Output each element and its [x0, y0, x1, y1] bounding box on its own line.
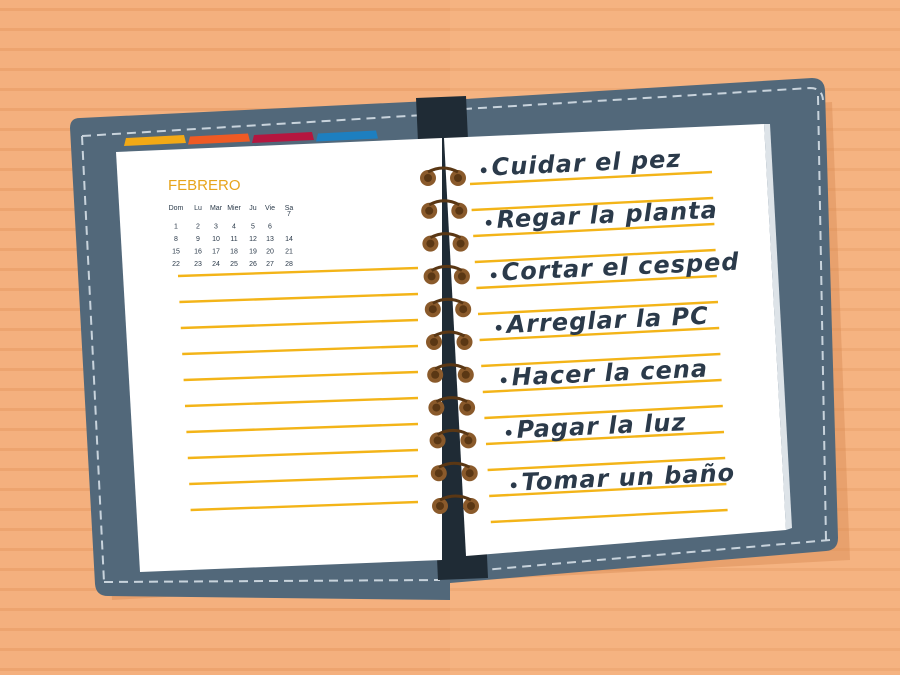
calendar-day: 26: [249, 261, 257, 268]
calendar-day: 15: [172, 249, 180, 256]
todo-bullet: •: [492, 316, 505, 341]
calendar-day: 22: [172, 261, 180, 268]
calendar-day: 5: [251, 224, 255, 231]
calendar-day: 1: [174, 224, 178, 231]
todo-bullet: •: [477, 158, 490, 183]
calendar-day: 9: [196, 236, 200, 243]
calendar-weekday: Ju: [249, 205, 257, 212]
calendar-day: 20: [266, 249, 274, 256]
calendar-day: 11: [230, 236, 237, 243]
calendar-day: 19: [249, 249, 257, 256]
calendar-weekday: Vie: [265, 205, 275, 212]
calendar-day: 21: [285, 249, 293, 256]
calendar-day: 23: [194, 261, 202, 268]
calendar-day: 6: [268, 224, 272, 231]
calendar-day: 3: [214, 224, 218, 231]
calendar-month: FEBRERO: [168, 177, 241, 194]
notebook-illustration: FEBRERO Dom Lu Mar Mier Ju Vie Sa 71 2 3 4 5 68 9 10 1…: [0, 0, 900, 675]
calendar-weekday: Dom: [169, 205, 184, 212]
calendar-day: 13: [266, 236, 274, 243]
todo-bullet: •: [507, 473, 520, 498]
calendar-day: 25: [230, 261, 238, 268]
todo-bullet: •: [502, 421, 515, 446]
calendar-day: 2: [196, 224, 200, 231]
calendar-day: 24: [212, 261, 220, 268]
calendar-day: 8: [174, 236, 178, 243]
calendar-day: 7: [287, 211, 291, 218]
calendar-day: 14: [285, 236, 293, 243]
calendar-day: 17: [212, 249, 220, 256]
calendar-day: 10: [212, 236, 220, 243]
calendar-weekday: Lu: [194, 205, 202, 212]
calendar-weekday: Mier: [227, 205, 241, 212]
calendar-weekday: Mar: [210, 205, 223, 212]
calendar-day: 16: [194, 249, 202, 256]
todo-bullet: •: [497, 368, 510, 393]
calendar-day: 27: [266, 261, 274, 268]
calendar-day: 18: [230, 249, 238, 256]
calendar-day: 4: [232, 224, 236, 231]
todo-bullet: •: [487, 263, 500, 288]
calendar-day: 28: [285, 261, 293, 268]
calendar-day: 12: [249, 236, 257, 243]
todo-bullet: •: [482, 211, 495, 236]
